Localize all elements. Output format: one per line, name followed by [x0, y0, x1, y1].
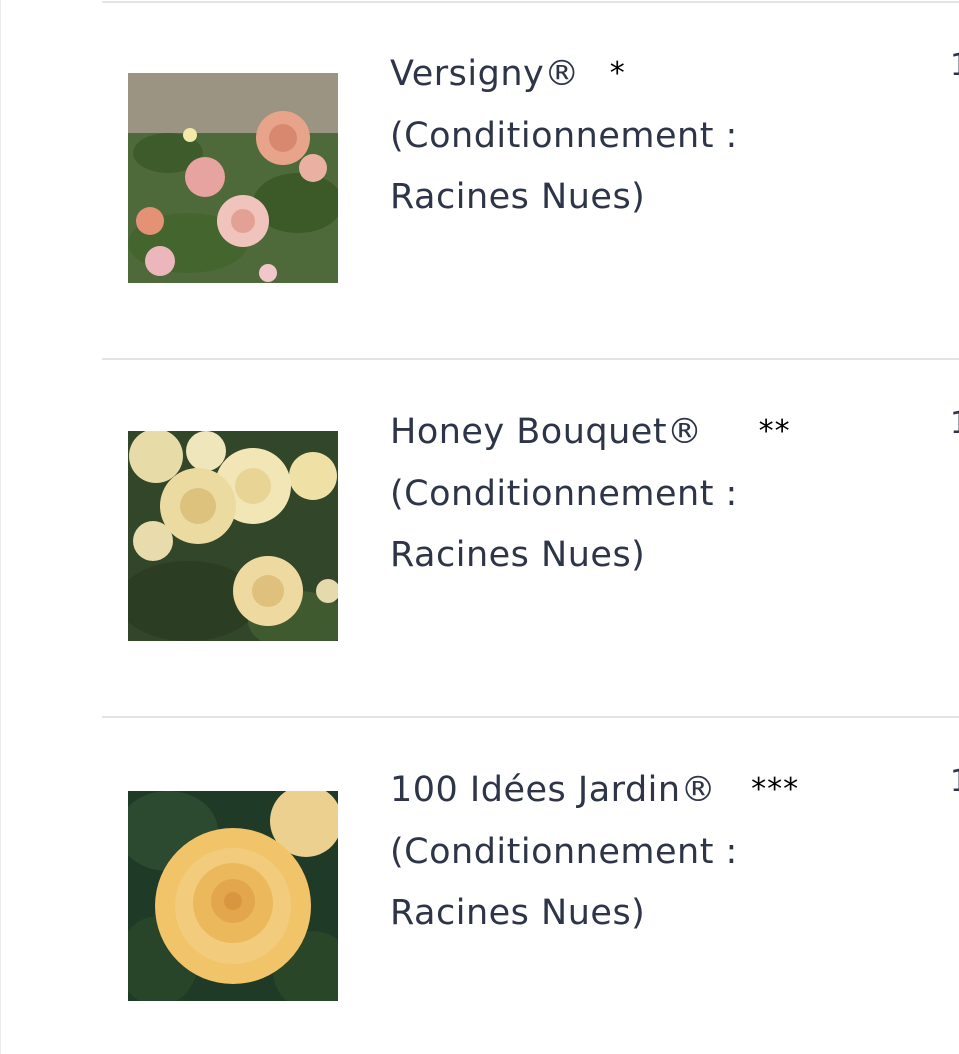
cart-item: 100 Idées Jardin® *** (Conditionnement : …: [0, 716, 959, 1054]
cart-item: Versigny® * (Conditionnement : Racines Nu…: [0, 0, 959, 358]
cart-item: Honey Bouquet® ** (Conditionnement : Raci…: [0, 358, 959, 716]
quantity: 1: [950, 406, 959, 441]
golden-rose-picture: [128, 791, 338, 1001]
product-image-100-idees-jardin[interactable]: [128, 791, 338, 1001]
packaging-line: (Conditionnement :: [390, 832, 738, 872]
product-name: Versigny®: [390, 54, 580, 94]
packaging-line: Racines Nues): [390, 177, 646, 217]
product-title[interactable]: Versigny® * (Conditionnement : Racines Nu…: [390, 44, 910, 228]
product-title[interactable]: 100 Idées Jardin® *** (Conditionnement : …: [390, 760, 910, 944]
cream-roses-picture: [128, 431, 338, 641]
quantity: 1: [950, 764, 959, 799]
product-image-honey-bouquet[interactable]: [128, 431, 338, 641]
packaging-line: Racines Nues): [390, 893, 646, 933]
packaging-line: Racines Nues): [390, 535, 646, 575]
product-name: 100 Idées Jardin®: [390, 770, 717, 810]
pink-roses-picture: [128, 73, 338, 283]
rating-stars: *: [609, 56, 626, 91]
product-image-versigny[interactable]: [128, 73, 338, 283]
quantity: 1: [950, 48, 959, 83]
product-name: Honey Bouquet®: [390, 412, 703, 452]
product-title[interactable]: Honey Bouquet® ** (Conditionnement : Raci…: [390, 402, 910, 586]
packaging-line: (Conditionnement :: [390, 474, 738, 514]
rating-stars: **: [758, 414, 791, 449]
cart-list: Versigny® * (Conditionnement : Racines Nu…: [0, 0, 959, 1054]
packaging-line: (Conditionnement :: [390, 116, 738, 156]
rating-stars: ***: [751, 772, 800, 807]
